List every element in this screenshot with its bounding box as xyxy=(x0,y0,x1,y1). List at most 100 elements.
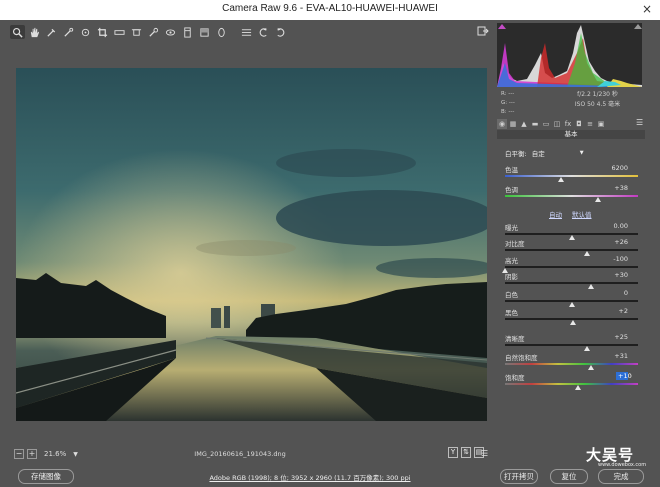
iso-focal: ISO 50 4.5 毫米 xyxy=(574,100,621,108)
exif-info: f/2.2 1/230 秒 ISO 50 4.5 毫米 xyxy=(550,90,645,109)
slider-thumb[interactable] xyxy=(595,197,602,202)
presets-tab-icon[interactable]: ≡ xyxy=(585,119,595,129)
slider-thumb[interactable] xyxy=(568,235,575,240)
before-after-toggle-button[interactable]: Y xyxy=(448,447,458,458)
adjustment-brush-icon[interactable] xyxy=(180,25,195,39)
slider-thumb[interactable] xyxy=(569,320,576,325)
slider-thumb[interactable] xyxy=(584,251,591,256)
slider-value-input[interactable]: 6200 xyxy=(600,164,628,172)
hand-icon[interactable] xyxy=(27,25,42,39)
effects-tab-icon[interactable]: fx xyxy=(563,119,573,129)
crop-icon[interactable] xyxy=(95,25,110,39)
radial-filter-icon[interactable] xyxy=(214,25,229,39)
slider-label: 对比度 xyxy=(505,240,525,248)
white-balance-row: 白平衡: 自定 ▼ xyxy=(505,148,584,158)
panel-menu-icon[interactable]: ☰ xyxy=(636,118,643,127)
aperture-shutter: f/2.2 1/230 秒 xyxy=(577,91,618,98)
chevron-down-icon[interactable]: ▼ xyxy=(580,150,584,156)
slider-track[interactable] xyxy=(505,195,638,197)
slider-value-input[interactable]: +30 xyxy=(600,271,628,279)
slider-track[interactable] xyxy=(505,175,638,177)
done-button[interactable]: 完成 xyxy=(598,469,644,484)
slider-value-input[interactable]: +38 xyxy=(600,184,628,192)
list-icon[interactable] xyxy=(239,25,254,39)
rotate-left-icon[interactable] xyxy=(256,25,271,39)
slider-label: 清晰度 xyxy=(505,335,525,343)
histogram xyxy=(497,23,642,87)
panel-tabs: ◉ ▦ ▲ ▬ ▭ ◫ fx ◘ ≡ ▣ xyxy=(497,118,645,129)
slider-thumb[interactable] xyxy=(557,177,564,182)
white-balance-label: 白平衡: xyxy=(505,150,527,158)
reset-button[interactable]: 复位 xyxy=(550,469,588,484)
shadow-clipping-icon[interactable] xyxy=(498,24,506,29)
slider-label: 饱和度 xyxy=(505,374,525,382)
rgb-readout: R: --- G: --- B: --- xyxy=(501,90,515,117)
file-name: IMG_20160616_191043.dng xyxy=(194,450,286,458)
slider-label: 曝光 xyxy=(505,224,518,232)
slider-value-input[interactable]: +2 xyxy=(600,307,628,315)
watermark-url: www.dowebox.com xyxy=(598,462,647,468)
slider-value-input[interactable]: +31 xyxy=(600,352,628,360)
title-bar: Camera Raw 9.6 - EVA-AL10-HUAWEI-HUAWEI … xyxy=(0,0,660,20)
tone-curve-tab-icon[interactable]: ▦ xyxy=(508,119,518,129)
default-link[interactable]: 默认值 xyxy=(572,209,592,219)
slider-value-input[interactable]: 0 xyxy=(600,289,628,297)
r-value: R: --- xyxy=(501,91,515,97)
g-value: G: --- xyxy=(501,100,515,106)
camera-calibration-tab-icon[interactable]: ◘ xyxy=(574,119,584,129)
split-toning-tab-icon[interactable]: ▭ xyxy=(541,119,551,129)
slider-label: 黑色 xyxy=(505,309,518,317)
red-eye-icon[interactable] xyxy=(163,25,178,39)
slider-thumb[interactable] xyxy=(575,385,582,390)
hsl-tab-icon[interactable]: ▬ xyxy=(530,119,540,129)
slider-track[interactable] xyxy=(505,383,638,385)
slider-thumb[interactable] xyxy=(584,346,591,351)
b-value: B: --- xyxy=(501,109,515,115)
slider-value-input[interactable]: -100 xyxy=(600,255,628,263)
exit-icon[interactable] xyxy=(477,25,491,39)
open-copy-button[interactable]: 打开拷贝 xyxy=(500,469,538,484)
image-preview[interactable] xyxy=(16,68,487,421)
zoom-icon[interactable] xyxy=(10,25,25,39)
spot-removal-icon[interactable] xyxy=(146,25,161,39)
straighten-icon[interactable] xyxy=(112,25,127,39)
toolbar xyxy=(10,24,490,40)
auto-link[interactable]: 自动 xyxy=(549,209,562,219)
swap-settings-button[interactable]: ⇅ xyxy=(461,447,471,458)
slider-label: 色调 xyxy=(505,186,518,194)
rotate-right-icon[interactable] xyxy=(273,25,288,39)
slider-value-input[interactable]: +10 xyxy=(616,372,632,380)
slider-thumb[interactable] xyxy=(588,284,595,289)
snapshots-tab-icon[interactable]: ▣ xyxy=(596,119,606,129)
graduated-filter-icon[interactable] xyxy=(197,25,212,39)
panel-title: 基本 xyxy=(497,130,645,139)
view-buttons: Y ⇅ ▤ xyxy=(448,447,484,458)
slider-label: 自然饱和度 xyxy=(505,354,538,362)
window-title: Camera Raw 9.6 - EVA-AL10-HUAWEI-HUAWEI xyxy=(222,3,438,14)
slider-thumb[interactable] xyxy=(568,302,575,307)
white-balance-icon[interactable] xyxy=(44,25,59,39)
slider-label: 阴影 xyxy=(505,273,518,281)
transform-icon[interactable] xyxy=(129,25,144,39)
auto-default-row: 自动 默认值 xyxy=(549,209,592,219)
slider-thumb[interactable] xyxy=(588,365,595,370)
close-icon[interactable]: × xyxy=(642,2,652,16)
targeted-adjust-icon[interactable] xyxy=(78,25,93,39)
slider-track[interactable] xyxy=(505,249,638,251)
slider-value-input[interactable]: +26 xyxy=(600,238,628,246)
detail-tab-icon[interactable]: ▲ xyxy=(519,119,529,129)
menu-icon[interactable]: ☰ xyxy=(481,449,490,458)
slider-track[interactable] xyxy=(505,266,638,268)
slider-label: 高光 xyxy=(505,257,518,265)
highlight-clipping-icon[interactable] xyxy=(634,24,642,29)
slider-track[interactable] xyxy=(505,344,638,346)
basic-tab-icon[interactable]: ◉ xyxy=(497,118,507,129)
slider-track[interactable] xyxy=(505,363,638,365)
lens-tab-icon[interactable]: ◫ xyxy=(552,119,562,129)
white-balance-select[interactable]: 自定 xyxy=(532,148,545,158)
slider-value-input[interactable]: 0.00 xyxy=(600,222,628,230)
slider-track[interactable] xyxy=(505,282,638,284)
slider-label: 色温 xyxy=(505,166,518,174)
slider-value-input[interactable]: +25 xyxy=(600,333,628,341)
color-sampler-icon[interactable] xyxy=(61,25,76,39)
